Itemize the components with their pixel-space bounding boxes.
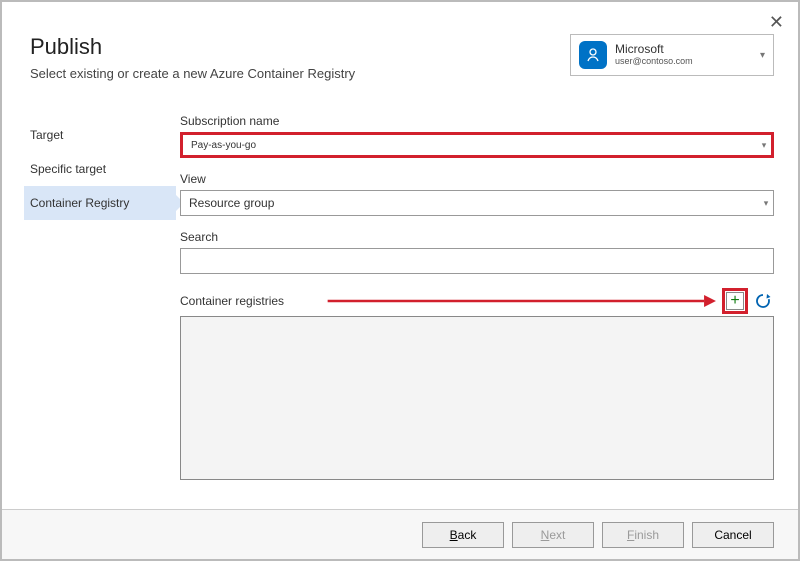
account-selector[interactable]: Microsoft user@contoso.com ▾	[570, 34, 774, 76]
refresh-icon	[754, 292, 772, 310]
account-name: Microsoft	[615, 43, 752, 56]
page-subtitle: Select existing or create a new Azure Co…	[30, 66, 355, 81]
search-label: Search	[180, 230, 774, 244]
view-dropdown[interactable]: Resource group ▾	[180, 190, 774, 216]
subscription-value: Pay-as-you-go	[183, 140, 757, 151]
registries-header-row: Container registries +	[180, 288, 774, 314]
plus-icon: +	[726, 292, 744, 310]
chevron-down-icon: ▾	[759, 198, 773, 209]
search-input-wrapper	[180, 248, 774, 274]
view-field: View Resource group ▾	[180, 172, 774, 216]
finish-button: Finish	[602, 522, 684, 548]
account-email: user@contoso.com	[615, 57, 752, 67]
registries-listbox[interactable]	[180, 316, 774, 480]
wizard-sidebar: Target Specific target Container Registr…	[24, 118, 176, 220]
chevron-down-icon: ▾	[760, 50, 765, 61]
view-label: View	[180, 172, 774, 186]
sidebar-item-target[interactable]: Target	[24, 118, 176, 152]
chevron-down-icon: ▾	[757, 140, 771, 151]
close-icon[interactable]: ✕	[769, 12, 784, 33]
page-title: Publish	[30, 34, 355, 60]
subscription-label: Subscription name	[180, 114, 774, 128]
main-panel: Subscription name Pay-as-you-go ▾ View R…	[180, 114, 774, 480]
sidebar-item-specific-target[interactable]: Specific target	[24, 152, 176, 186]
view-value: Resource group	[181, 196, 759, 210]
subscription-dropdown[interactable]: Pay-as-you-go ▾	[180, 132, 774, 158]
back-button[interactable]: Back	[422, 522, 504, 548]
search-input[interactable]	[181, 249, 773, 273]
annotation-arrow	[290, 292, 716, 310]
account-avatar-icon	[579, 41, 607, 69]
search-field: Search	[180, 230, 774, 274]
registries-label: Container registries	[180, 294, 284, 308]
refresh-button[interactable]	[752, 290, 774, 312]
wizard-footer: Back Next Finish Cancel	[2, 509, 798, 559]
add-registry-button[interactable]: +	[722, 288, 748, 314]
subscription-field: Subscription name Pay-as-you-go ▾	[180, 114, 774, 158]
cancel-button[interactable]: Cancel	[692, 522, 774, 548]
next-button: Next	[512, 522, 594, 548]
sidebar-item-container-registry[interactable]: Container Registry	[24, 186, 176, 220]
dialog-header: Publish Select existing or create a new …	[30, 34, 355, 81]
